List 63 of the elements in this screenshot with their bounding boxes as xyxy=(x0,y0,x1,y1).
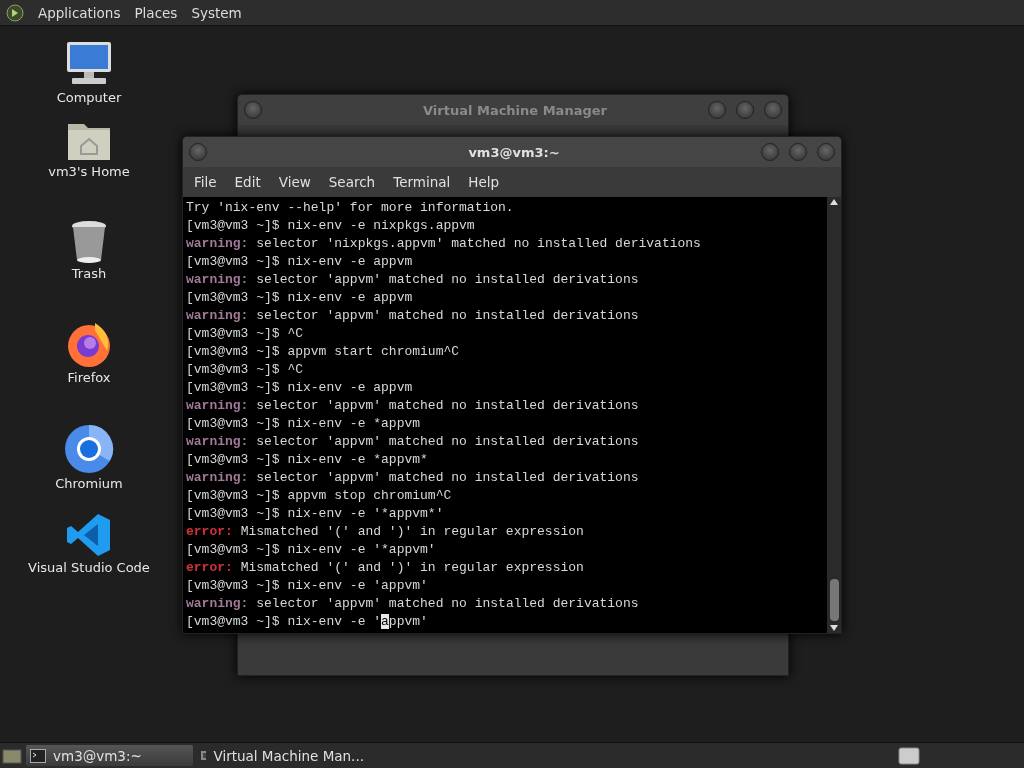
menu-item[interactable]: Search xyxy=(321,174,383,190)
desktop-icon-label[interactable]: Visual Studio Code xyxy=(28,560,150,575)
close-button[interactable] xyxy=(817,143,835,161)
menu-item[interactable]: Terminal xyxy=(386,174,458,190)
terminal-line: [vm3@vm3 ~]$ nix-env -e appvm xyxy=(186,289,414,307)
terminal-icon xyxy=(30,748,46,763)
terminal-line: warning: selector 'appvm' matched no installed derivations xyxy=(186,595,640,613)
logo-icon[interactable] xyxy=(6,3,24,22)
terminal-line: warning: selector 'appvm' matched no installed derivations xyxy=(186,271,640,289)
monitor-icon xyxy=(201,749,207,762)
terminal-line: warning: selector 'appvm' matched no installed derivations xyxy=(186,433,640,451)
window-title: Virtual Machine Manager xyxy=(422,102,608,118)
terminal-line: [vm3@vm3 ~]$ ^C xyxy=(186,325,305,343)
terminal-line: [vm3@vm3 ~]$ nix-env -e *appvm* xyxy=(186,451,429,469)
menu-item[interactable]: Help xyxy=(461,174,507,190)
desktop-icon-label[interactable]: vm3's Home xyxy=(48,164,130,179)
desktop-icon-label[interactable]: Computer xyxy=(56,90,122,105)
terminal-line: [vm3@vm3 ~]$ appvm stop chromium^C xyxy=(186,487,453,505)
panel-menu[interactable]: System xyxy=(191,4,242,21)
chromium-icon xyxy=(64,424,114,474)
terminal-line: Try 'nix-env --help' for more information. xyxy=(186,199,515,217)
terminal-line: error: Mismatched '(' and ')' in regular expression xyxy=(186,559,585,577)
terminal-line: warning: selector 'appvm' matched no installed derivations xyxy=(186,397,640,415)
terminal-line: [vm3@vm3 ~]$ nix-env -e 'appvm' xyxy=(186,577,429,595)
menu-item[interactable]: Edit xyxy=(227,174,268,190)
menu-item[interactable]: File xyxy=(187,174,224,190)
window-title: vm3@vm3:~ xyxy=(467,144,561,160)
scrollbar[interactable] xyxy=(827,197,841,633)
window-menu-button[interactable] xyxy=(189,143,207,161)
trash-icon xyxy=(69,220,109,264)
scroll-down-icon[interactable] xyxy=(830,625,838,631)
terminal-line: [vm3@vm3 ~]$ nix-env -e *appvm xyxy=(186,415,422,433)
close-button[interactable] xyxy=(764,101,782,119)
panel-menu[interactable]: Places xyxy=(134,4,178,21)
minimize-button[interactable] xyxy=(761,143,779,161)
show-desktop-icon[interactable] xyxy=(2,746,22,765)
terminal-line: [vm3@vm3 ~]$ nix-env -e '*appvm*' xyxy=(186,505,445,523)
maximize-button[interactable] xyxy=(789,143,807,161)
minimize-button[interactable] xyxy=(708,101,726,119)
terminal-line: [vm3@vm3 ~]$ nix-env -e '*appvm' xyxy=(186,541,437,559)
taskbar-item[interactable]: Virtual Machine Man... xyxy=(197,745,364,766)
menu-item[interactable]: View xyxy=(271,174,318,190)
terminal-line: [vm3@vm3 ~]$ ^C xyxy=(186,361,305,379)
terminal-line: error: Mismatched '(' and ')' in regular expression xyxy=(186,523,585,541)
window-menu-button[interactable] xyxy=(244,101,262,119)
firefox-icon xyxy=(65,320,113,368)
workspace-icon[interactable] xyxy=(898,746,920,765)
desktop-icon-label[interactable]: Firefox xyxy=(67,370,111,385)
scrollbar-thumb[interactable] xyxy=(829,579,839,621)
scroll-up-icon[interactable] xyxy=(830,199,838,205)
terminal-line: warning: selector 'appvm' matched no installed derivations xyxy=(186,307,640,325)
desktop-icon-label[interactable]: Trash xyxy=(71,266,107,281)
terminal-line: [vm3@vm3 ~]$ nix-env -e appvm xyxy=(186,379,414,397)
terminal-line: [vm3@vm3 ~]$ nix-env -e appvm xyxy=(186,253,414,271)
terminal-line: warning: selector 'nixpkgs.appvm' matched no installed derivations xyxy=(186,235,702,253)
taskbar-item[interactable]: vm3@vm3:~ xyxy=(26,745,193,766)
terminal-line: warning: selector 'appvm' matched no installed derivations xyxy=(186,469,640,487)
terminal-line: [vm3@vm3 ~]$ nix-env -e nixpkgs.appvm xyxy=(186,217,476,235)
maximize-button[interactable] xyxy=(736,101,754,119)
desktop-icon-label[interactable]: Chromium xyxy=(55,476,123,491)
vscode-icon xyxy=(66,512,112,558)
panel-menu[interactable]: Applications xyxy=(38,4,121,21)
terminal-line: [vm3@vm3 ~]$ appvm start chromium^C xyxy=(186,343,461,361)
